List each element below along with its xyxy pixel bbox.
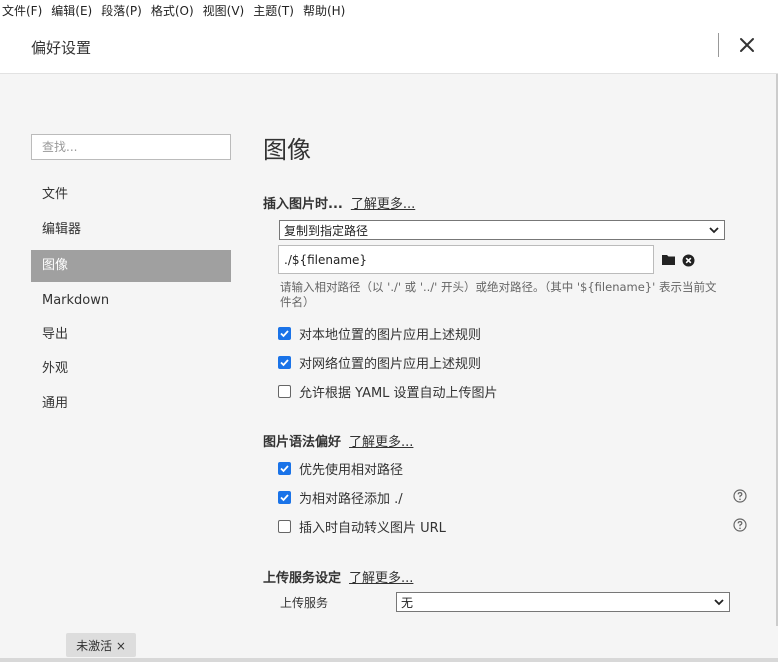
menu-edit[interactable]: 编辑(E) — [51, 2, 92, 19]
sidebar-item-general[interactable]: 通用 — [31, 388, 231, 420]
upload-service-select[interactable]: 无 — [396, 592, 730, 612]
menu-format[interactable]: 格式(O) — [151, 2, 194, 19]
sidebar-item-appearance[interactable]: 外观 — [31, 353, 231, 385]
search-input[interactable] — [31, 134, 231, 160]
insert-action-select[interactable]: 复制到指定路径 — [279, 220, 725, 240]
insert-action-value: 复制到指定路径 — [284, 223, 369, 238]
image-path-value: ./${filename} — [284, 252, 368, 267]
checkbox-escape-url[interactable]: 插入时自动转义图片 URL — [278, 517, 446, 536]
menu-theme[interactable]: 主题(T) — [253, 2, 294, 19]
checkbox-local-images-label: 对本地位置的图片应用上述规则 — [299, 327, 482, 343]
sidebar-item-editor[interactable]: 编辑器 — [31, 214, 231, 246]
path-hint-text: 请输入相对路径（以 './' 或 '../' 开头）或绝对路径。（其中 '${f… — [280, 280, 717, 309]
browse-folder-button[interactable] — [662, 253, 676, 267]
image-path-input[interactable]: ./${filename} — [278, 245, 654, 274]
insert-image-heading: 插入图片时... 了解更多... — [263, 193, 415, 212]
menu-paragraph[interactable]: 段落(P) — [101, 2, 142, 19]
checkbox-escape-url-label: 插入时自动转义图片 URL — [299, 520, 446, 536]
activation-badge[interactable]: 未激活 × — [66, 633, 136, 657]
checkbox-add-dot-slash-box[interactable] — [278, 490, 291, 504]
menu-bar: 文件(F) 编辑(E) 段落(P) 格式(O) 视图(V) 主题(T) 帮助(H… — [0, 0, 778, 20]
check-icon — [280, 358, 289, 366]
help-icon[interactable] — [733, 518, 747, 532]
upload-learn-more-link[interactable]: 了解更多... — [349, 571, 413, 586]
checkbox-local-images-box[interactable] — [278, 326, 291, 340]
insert-image-heading-text: 插入图片时... — [263, 197, 343, 212]
checkbox-add-dot-slash[interactable]: 为相对路径添加 ./ — [278, 488, 403, 507]
menu-help[interactable]: 帮助(H) — [303, 2, 345, 19]
checkbox-yaml-upload[interactable]: 允许根据 YAML 设置自动上传图片 — [278, 382, 498, 401]
upload-service-value: 无 — [401, 595, 414, 610]
checkbox-network-images-label: 对网络位置的图片应用上述规则 — [299, 356, 482, 372]
insert-learn-more-link[interactable]: 了解更多... — [351, 197, 415, 212]
preferences-header: 偏好设置 — [0, 20, 778, 74]
checkbox-yaml-upload-label: 允许根据 YAML 设置自动上传图片 — [299, 385, 498, 401]
upload-service-label: 上传服务 — [280, 596, 329, 610]
close-icon — [740, 38, 754, 52]
checkbox-network-images[interactable]: 对网络位置的图片应用上述规则 — [278, 353, 482, 372]
check-icon — [280, 464, 289, 472]
clear-icon — [682, 254, 694, 266]
checkbox-network-images-box[interactable] — [278, 355, 291, 369]
syntax-heading-text: 图片语法偏好 — [263, 435, 342, 450]
checkbox-prefer-relative-box[interactable] — [278, 461, 291, 475]
menu-file[interactable]: 文件(F) — [2, 2, 42, 19]
chevron-down-icon — [709, 227, 719, 234]
help-icon[interactable] — [733, 489, 747, 503]
section-page-title: 图像 — [263, 136, 311, 164]
check-icon — [280, 329, 289, 337]
chevron-down-icon — [714, 599, 724, 606]
upload-heading: 上传服务设定 了解更多... — [263, 567, 413, 586]
header-divider — [718, 33, 719, 57]
window-bottom-edge — [0, 658, 778, 662]
sidebar-item-markdown[interactable]: Markdown — [31, 285, 231, 317]
check-icon — [280, 493, 289, 501]
syntax-heading: 图片语法偏好 了解更多... — [263, 431, 413, 450]
sidebar-item-file[interactable]: 文件 — [31, 179, 231, 211]
syntax-learn-more-link[interactable]: 了解更多... — [349, 435, 413, 450]
menu-view[interactable]: 视图(V) — [203, 2, 245, 19]
sidebar-item-export[interactable]: 导出 — [31, 319, 231, 351]
folder-icon — [662, 255, 675, 265]
clear-path-button[interactable] — [681, 253, 695, 267]
checkbox-add-dot-slash-label: 为相对路径添加 ./ — [299, 491, 403, 507]
page-title: 偏好设置 — [31, 39, 92, 57]
checkbox-prefer-relative-label: 优先使用相对路径 — [299, 462, 404, 478]
close-button[interactable] — [737, 33, 757, 57]
upload-heading-text: 上传服务设定 — [263, 571, 342, 586]
checkbox-yaml-upload-box[interactable] — [278, 384, 291, 398]
checkbox-escape-url-box[interactable] — [278, 519, 291, 533]
checkbox-local-images[interactable]: 对本地位置的图片应用上述规则 — [278, 324, 482, 343]
sidebar-item-image[interactable]: 图像 — [31, 250, 231, 282]
checkbox-prefer-relative[interactable]: 优先使用相对路径 — [278, 459, 404, 478]
